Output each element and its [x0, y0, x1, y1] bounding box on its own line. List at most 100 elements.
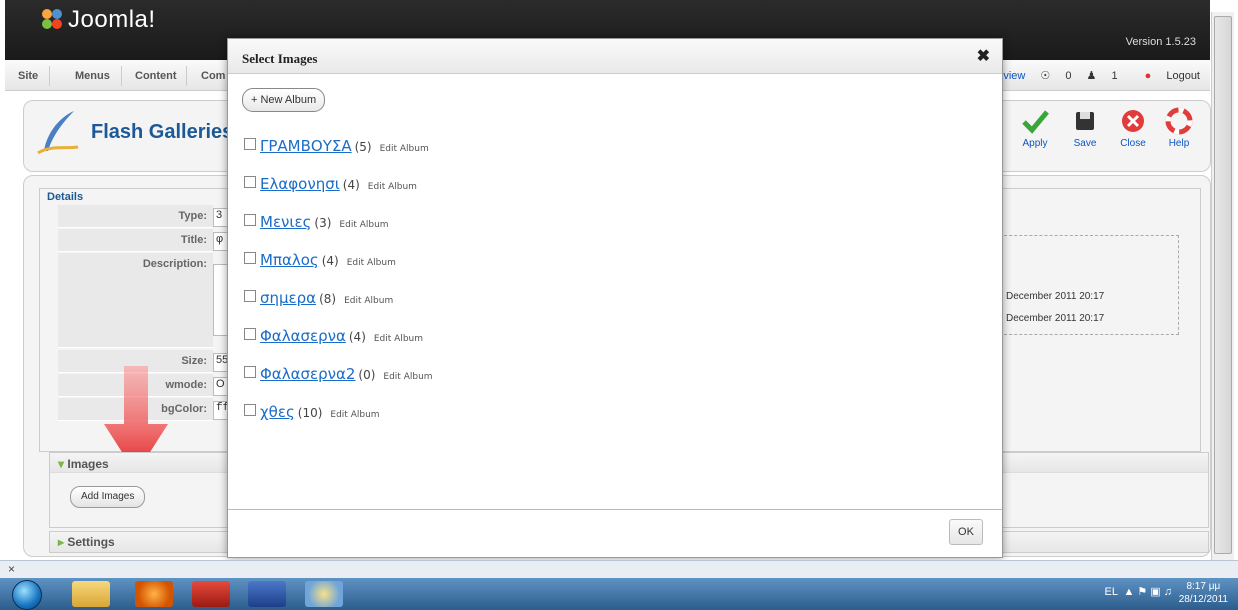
album-link[interactable]: σημερα: [260, 289, 316, 307]
menu-divider: [121, 66, 122, 86]
close-icon[interactable]: ✖: [977, 46, 990, 66]
acrobat-taskbar-icon[interactable]: [192, 581, 230, 607]
description-label: Description:: [58, 253, 213, 348]
messages-count[interactable]: ☉ 0: [1040, 70, 1071, 82]
album-count: (8): [319, 292, 337, 306]
album-count: (4): [342, 178, 360, 192]
edit-album-link[interactable]: Edit Album: [374, 334, 423, 344]
lifebuoy-icon: [1165, 107, 1193, 135]
album-count: (5): [354, 140, 372, 154]
paint-taskbar-icon[interactable]: [305, 581, 343, 607]
checkmark-icon: [1022, 110, 1049, 134]
explorer-taskbar-icon[interactable]: [72, 581, 110, 607]
album-row: Ελαφονησι (4) Edit Album: [244, 175, 417, 195]
expanded-triangle-icon: ▾: [58, 457, 65, 471]
messages-count-value: 0: [1065, 70, 1072, 82]
edit-album-link[interactable]: Edit Album: [347, 258, 396, 268]
save-label: Save: [1073, 138, 1097, 149]
album-row: Μενιες (3) Edit Album: [244, 213, 389, 233]
version-label: Version 1.5.23: [1125, 36, 1196, 48]
save-button[interactable]: Save: [1065, 107, 1105, 149]
album-checkbox[interactable]: [244, 328, 256, 340]
logo-text: Joomla!: [68, 6, 156, 33]
page-title: Flash Galleries: [91, 121, 234, 143]
new-album-button[interactable]: + New Album: [242, 88, 326, 112]
edit-album-link[interactable]: Edit Album: [380, 144, 429, 154]
album-row: Μπαλος (4) Edit Album: [244, 251, 396, 271]
floppy-disk-icon: [1076, 112, 1094, 130]
images-panel-title: Images: [67, 457, 109, 471]
logout-link[interactable]: ● Logout: [1133, 70, 1200, 82]
browser-viewport: Joomla! Version 1.5.23 Site Menus Conten…: [0, 0, 1238, 560]
album-row: σημερα (8) Edit Album: [244, 289, 393, 309]
add-images-button[interactable]: Add Images: [70, 486, 146, 508]
album-link[interactable]: χθες: [260, 403, 295, 421]
word-taskbar-icon[interactable]: [248, 581, 286, 607]
album-count: (4): [321, 254, 339, 268]
menu-divider: [186, 66, 187, 86]
album-checkbox[interactable]: [244, 214, 256, 226]
album-checkbox[interactable]: [244, 138, 256, 150]
album-link[interactable]: Ελαφονησι: [260, 175, 340, 193]
dialog-header: Select Images ✖: [228, 39, 1002, 74]
edit-album-link[interactable]: Edit Album: [330, 410, 379, 420]
album-link[interactable]: Φαλασερνα: [260, 327, 346, 345]
menu-components[interactable]: Com: [201, 70, 225, 82]
close-label: Close: [1120, 138, 1146, 149]
album-count: (3): [314, 216, 332, 230]
joomla-logo: Joomla!: [40, 6, 156, 34]
album-checkbox[interactable]: [244, 290, 256, 302]
browser-findbar: ×: [0, 560, 1238, 579]
album-link[interactable]: Φαλασερνα2: [260, 365, 355, 383]
logout-label: Logout: [1166, 70, 1200, 82]
album-checkbox[interactable]: [244, 252, 256, 264]
language-indicator[interactable]: EL: [1105, 586, 1118, 598]
feather-pen-icon: [37, 111, 79, 155]
close-button[interactable]: Close: [1113, 107, 1153, 149]
album-checkbox[interactable]: [244, 404, 256, 416]
album-row: Φαλασερνα (4) Edit Album: [244, 327, 423, 347]
firefox-taskbar-icon[interactable]: [135, 581, 173, 607]
menu-divider: [49, 66, 50, 86]
collapsed-triangle-icon: ▸: [58, 535, 65, 549]
album-link[interactable]: Μενιες: [260, 213, 311, 231]
system-tray-icons[interactable]: ▲ ⚑ ▣ ♫: [1123, 585, 1172, 598]
menu-site[interactable]: Site: [18, 70, 38, 82]
scrollbar-thumb[interactable]: [1214, 16, 1232, 554]
album-link[interactable]: Μπαλος: [260, 251, 319, 269]
title-label: Title:: [58, 229, 213, 252]
start-button[interactable]: [12, 580, 42, 610]
select-images-dialog: Select Images ✖ + New Album ΓΡΑΜΒΟΥΣΑ (5)…: [227, 38, 1003, 558]
system-clock[interactable]: 8:17 μμ 28/12/2011: [1179, 580, 1228, 606]
menu-menus[interactable]: Menus: [75, 70, 110, 82]
edit-album-link[interactable]: Edit Album: [368, 182, 417, 192]
album-count: (4): [348, 330, 366, 344]
close-circle-icon: [1122, 110, 1144, 132]
apply-button[interactable]: Apply: [1015, 107, 1055, 149]
album-count: (0): [358, 368, 376, 382]
album-checkbox[interactable]: [244, 366, 256, 378]
settings-panel-title: Settings: [67, 535, 115, 549]
edit-album-link[interactable]: Edit Album: [383, 372, 432, 382]
users-count-value: 1: [1111, 70, 1118, 82]
edit-album-link[interactable]: Edit Album: [339, 220, 388, 230]
page-scrollbar[interactable]: [1211, 12, 1234, 560]
album-checkbox[interactable]: [244, 176, 256, 188]
users-count[interactable]: ♟ 1: [1087, 70, 1118, 82]
album-link[interactable]: ΓΡΑΜΒΟΥΣΑ: [260, 137, 352, 155]
clock-time: 8:17 μμ: [1186, 581, 1221, 592]
album-row: Φαλασερνα2 (0) Edit Album: [244, 365, 433, 385]
created-date: December 2011 20:17: [1006, 291, 1105, 302]
dialog-title: Select Images: [242, 51, 318, 66]
menu-content[interactable]: Content: [135, 70, 177, 82]
clock-date: 28/12/2011: [1178, 594, 1228, 605]
edit-album-link[interactable]: Edit Album: [344, 296, 393, 306]
findbar-close-icon[interactable]: ×: [8, 562, 15, 576]
album-row: ΓΡΑΜΒΟΥΣΑ (5) Edit Album: [244, 137, 429, 157]
details-legend: Details: [44, 191, 87, 203]
logout-icon: ●: [1144, 70, 1152, 82]
help-button[interactable]: Help: [1159, 107, 1199, 149]
modified-date: December 2011 20:17: [1006, 313, 1105, 324]
dialog-footer-divider: [228, 509, 1002, 510]
ok-button[interactable]: OK: [949, 519, 983, 545]
